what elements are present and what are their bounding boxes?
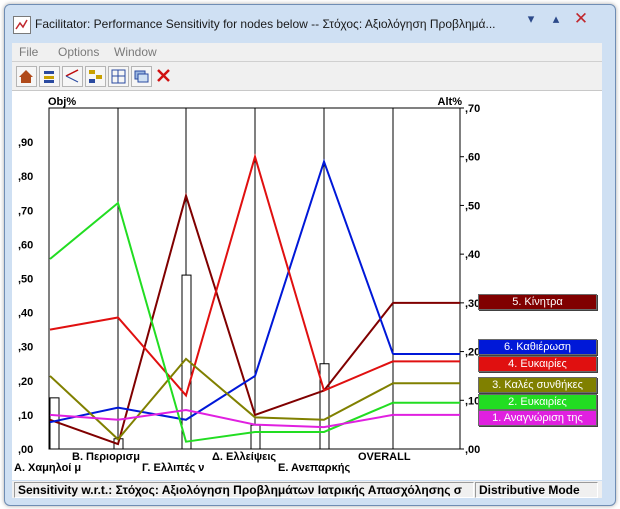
close-window-icon[interactable]: ✕ bbox=[570, 9, 592, 29]
legend-item[interactable]: 6. Καθιέρωση bbox=[478, 339, 597, 355]
window-title: Facilitator: Performance Sensitivity for… bbox=[35, 17, 496, 31]
menu-window[interactable]: Window bbox=[114, 45, 157, 59]
app-window: Facilitator: Performance Sensitivity for… bbox=[4, 4, 616, 506]
title-bar: Facilitator: Performance Sensitivity for… bbox=[5, 5, 615, 41]
split-icon[interactable] bbox=[62, 66, 83, 87]
windows-icon[interactable] bbox=[131, 66, 152, 87]
legend-item[interactable]: 1. Αναγνώριση της bbox=[478, 410, 597, 426]
toolbar bbox=[12, 62, 602, 91]
left-tick-label: ,90 bbox=[18, 137, 33, 149]
left-tick-label: ,50 bbox=[18, 274, 33, 286]
home-icon[interactable] bbox=[16, 66, 37, 87]
left-tick-label: ,40 bbox=[18, 308, 33, 320]
status-sensitivity: Sensitivity w.r.t.: Στόχος: Αξιολόγηση Π… bbox=[14, 482, 474, 498]
left-axis-label: Obj% bbox=[48, 96, 76, 108]
menu-bar: File Options Window bbox=[12, 43, 602, 62]
tree-icon[interactable] bbox=[85, 66, 106, 87]
status-mode: Distributive Mode bbox=[475, 482, 598, 498]
menu-file[interactable]: File bbox=[19, 45, 38, 59]
maximize-icon[interactable]: ▴ bbox=[545, 9, 567, 29]
criterion-label: Ε. Ανεπαρκής bbox=[278, 462, 350, 474]
series-line bbox=[49, 201, 394, 443]
app-icon bbox=[13, 16, 31, 34]
legend-item[interactable]: 5. Κίνητρα bbox=[478, 294, 597, 310]
criterion-label: Γ. Ελλιπές ν bbox=[142, 462, 204, 474]
series-line bbox=[49, 153, 394, 398]
left-tick-label: ,10 bbox=[18, 410, 33, 422]
criterion-label: Δ. Ελλείψεις bbox=[212, 451, 276, 463]
left-tick-label: ,30 bbox=[18, 342, 33, 354]
left-tick-label: ,20 bbox=[18, 376, 33, 388]
left-tick-label: ,00 bbox=[18, 444, 33, 456]
grid-icon[interactable] bbox=[108, 66, 129, 87]
legend-item[interactable]: 3. Καλές συνθήκες bbox=[478, 377, 597, 393]
objective-bar bbox=[250, 424, 261, 450]
right-tick-label: ,60 bbox=[465, 152, 480, 164]
sort-icon[interactable] bbox=[39, 66, 60, 87]
criterion-label: Α. Χαμηλοί μ bbox=[14, 462, 81, 474]
left-tick-label: ,80 bbox=[18, 171, 33, 183]
objective-bar bbox=[319, 363, 330, 450]
chart-area: Obj% Alt% ,00 ,10 ,20 ,30 ,40 ,50 ,60 ,70 ,80 ,90 ,0… bbox=[12, 91, 602, 480]
right-tick-label: ,00 bbox=[465, 444, 480, 456]
right-tick-label: ,70 bbox=[465, 103, 480, 115]
right-tick-label: ,40 bbox=[465, 249, 480, 261]
status-bar: Sensitivity w.r.t.: Στόχος: Αξιολόγηση Π… bbox=[12, 481, 602, 498]
legend-item[interactable]: 4. Ευκαιρίες bbox=[478, 356, 597, 372]
minimize-icon[interactable]: ▾ bbox=[520, 9, 542, 29]
menu-options[interactable]: Options bbox=[58, 45, 99, 59]
left-tick-label: ,60 bbox=[18, 239, 33, 251]
right-tick-label: ,50 bbox=[465, 200, 480, 212]
series-line bbox=[49, 357, 394, 441]
criterion-label: OVERALL bbox=[358, 451, 411, 463]
left-tick-label: ,70 bbox=[18, 205, 33, 217]
right-axis-label: Alt% bbox=[438, 96, 463, 108]
criterion-label: Β. Περιορισμ bbox=[72, 451, 140, 463]
close-icon[interactable] bbox=[154, 66, 173, 85]
legend-item[interactable]: 2. Ευκαιρίες bbox=[478, 394, 597, 410]
